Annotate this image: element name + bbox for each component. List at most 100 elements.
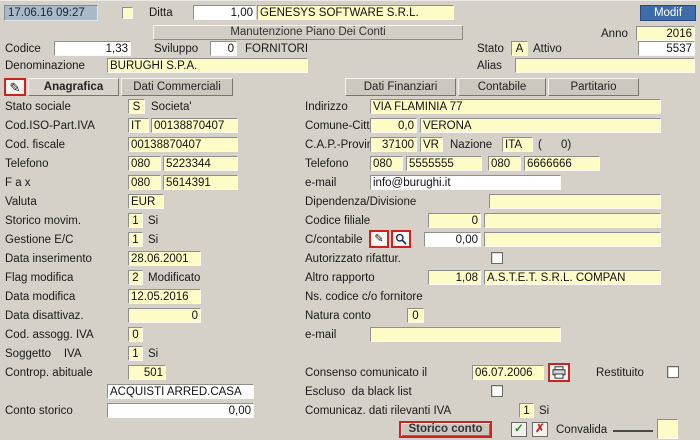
telefono2-pref2-field[interactable]: 080 <box>488 156 521 171</box>
soggetto-iva-field[interactable]: 1 <box>128 346 143 361</box>
valuta-label: Valuta <box>5 196 37 209</box>
fax-numero-field[interactable]: 5614391 <box>163 175 238 190</box>
restituito-checkbox[interactable] <box>667 366 679 378</box>
ns-codice-label: Ns. codice c/o fornitore <box>305 291 423 304</box>
nazione-field[interactable]: ITA <box>502 137 533 152</box>
dipendenza-field[interactable] <box>489 194 661 209</box>
cod-iso-field[interactable]: IT <box>128 118 149 133</box>
telefono-numero-field[interactable]: 5223344 <box>163 156 238 171</box>
nazione-codice: ( 0) <box>538 139 571 152</box>
comunicaz-iva-field[interactable]: 1 <box>519 403 534 418</box>
cod-assogg-iva-label: Cod. assogg. IVA <box>5 329 94 342</box>
data-disattivaz-label: Data disattivaz. <box>5 310 84 323</box>
comunicaz-iva-label: Comunicaz. dati rilevanti IVA <box>305 405 451 418</box>
alias-field[interactable] <box>515 58 695 73</box>
denominazione-field[interactable]: BURUGHI S.P.A. <box>107 58 308 73</box>
cod-fiscale-field[interactable]: 00138870407 <box>128 137 238 152</box>
black-list-label: Escluso da black list <box>305 386 412 399</box>
telefono2-pref1-field[interactable]: 080 <box>370 156 403 171</box>
flag-modifica-field[interactable]: 2 <box>128 270 143 285</box>
email2-label: e-mail <box>305 329 336 342</box>
c-contabile-search-button[interactable] <box>391 230 411 248</box>
comune-nome-field[interactable]: VERONA <box>420 118 661 133</box>
data-modifica-field[interactable]: 12.05.2016 <box>128 289 201 304</box>
ditta-code-field[interactable]: 1,00 <box>193 5 256 20</box>
fax-prefisso-field[interactable]: 080 <box>128 175 161 190</box>
codice-filiale-label: Codice filiale <box>305 215 370 228</box>
email-field[interactable]: info@burughi.it <box>370 175 561 190</box>
email2-field[interactable] <box>370 327 561 342</box>
tab-dati-commerciali[interactable]: Dati Commerciali <box>121 78 233 96</box>
conto-numero-field[interactable]: 5537 <box>638 41 695 56</box>
edit-anagrafica-button[interactable]: ✎ <box>4 78 26 96</box>
c-contabile-edit-button[interactable]: ✎ <box>369 230 389 248</box>
black-list-checkbox[interactable] <box>491 385 503 397</box>
controp-abituale-field[interactable]: 501 <box>128 365 166 380</box>
telefono2-num2-field[interactable]: 6666666 <box>524 156 600 171</box>
restituito-label: Restituito <box>596 367 644 380</box>
stato-desc: Attivo <box>533 43 562 56</box>
cancel-button[interactable]: ✗ <box>532 422 548 437</box>
storico-conto-button[interactable]: Storico conto <box>399 421 492 438</box>
cod-iso-partiva-label: Cod.ISO-Part.IVA <box>5 120 95 133</box>
codice-filiale-field[interactable]: 0 <box>428 213 481 228</box>
cap-field[interactable]: 37100 <box>370 137 417 152</box>
nazione-label: Nazione <box>450 139 492 152</box>
confirm-button[interactable]: ✓ <box>511 422 527 437</box>
fax-label: F a x <box>5 177 31 190</box>
stato-field[interactable]: A <box>511 41 528 56</box>
autorizzato-rifattur-label: Autorizzato rifattur. <box>305 253 401 266</box>
consenso-label: Consenso comunicato il <box>305 367 427 380</box>
flag-modifica-desc: Modificato <box>148 272 200 285</box>
telefono-prefisso-field[interactable]: 080 <box>128 156 161 171</box>
autorizzato-rifattur-checkbox[interactable] <box>491 252 503 264</box>
print-button[interactable] <box>548 363 570 382</box>
tab-contabile[interactable]: Contabile <box>458 78 546 96</box>
page-title: Manutenzione Piano Dei Conti <box>153 25 463 40</box>
tab-dati-finanziari[interactable]: Dati Finanziari <box>345 78 456 96</box>
sviluppo-field[interactable]: 0 <box>210 41 237 56</box>
storico-movim-field[interactable]: 1 <box>128 213 143 228</box>
partita-iva-field[interactable]: 00138870407 <box>151 118 238 133</box>
anno-field[interactable]: 2016 <box>636 26 695 41</box>
consenso-data-field[interactable]: 06.07.2006 <box>472 365 544 380</box>
altro-rapporto-desc-field[interactable]: A.S.T.E.T. S.R.L. COMPAN <box>484 270 661 285</box>
flag-modifica-label: Flag modifica <box>5 272 73 285</box>
tab-anagrafica[interactable]: Anagrafica <box>28 78 119 96</box>
stato-sociale-field[interactable]: S <box>128 99 145 114</box>
data-inserimento-field[interactable]: 28.06.2001 <box>128 251 201 266</box>
data-inserimento-label: Data inserimento <box>5 253 92 266</box>
soggetto-iva-desc: Si <box>148 348 158 361</box>
cod-assogg-iva-field[interactable]: 0 <box>128 327 143 342</box>
modif-button[interactable]: Modif <box>640 5 696 21</box>
conto-storico-field[interactable]: 0,00 <box>107 403 254 418</box>
valuta-field[interactable]: EUR <box>128 194 164 209</box>
convalida-field[interactable] <box>657 419 678 439</box>
codice-label: Codice <box>5 43 41 56</box>
indirizzo-field[interactable]: VIA FLAMINIA 77 <box>370 99 661 114</box>
codice-field[interactable]: 1,33 <box>54 41 131 56</box>
natura-conto-field[interactable]: 0 <box>407 308 424 323</box>
ditta-name-field[interactable]: GENESYS SOFTWARE S.R.L. <box>257 5 454 20</box>
mini-flag-field[interactable] <box>122 7 133 19</box>
pen-icon: ✎ <box>374 233 383 246</box>
printer-icon <box>552 366 566 379</box>
alias-label: Alias <box>477 60 502 73</box>
anno-label: Anno <box>601 28 628 41</box>
telefono2-num1-field[interactable]: 5555555 <box>406 156 482 171</box>
provincia-field[interactable]: VR <box>420 137 443 152</box>
comune-codice-field[interactable]: 0,0 <box>370 118 417 133</box>
dipendenza-label: Dipendenza/Divisione <box>305 196 416 209</box>
stato-label: Stato <box>477 43 504 56</box>
altro-rapporto-field[interactable]: 1,08 <box>428 270 481 285</box>
cod-fiscale-label: Cod. fiscale <box>5 139 65 152</box>
ditta-label: Ditta <box>149 7 173 20</box>
controp-desc-field: ACQUISTI ARRED.CASA <box>107 384 254 399</box>
altro-rapporto-label: Altro rapporto <box>305 272 375 285</box>
codice-filiale-desc-field[interactable] <box>484 213 661 228</box>
c-contabile-field[interactable]: 0,00 <box>424 232 481 247</box>
gestione-ec-field[interactable]: 1 <box>128 232 143 247</box>
data-disattivaz-field[interactable]: 0 <box>128 308 201 323</box>
c-contabile-desc-field[interactable] <box>484 232 661 247</box>
tab-partitario[interactable]: Partitario <box>548 78 639 96</box>
